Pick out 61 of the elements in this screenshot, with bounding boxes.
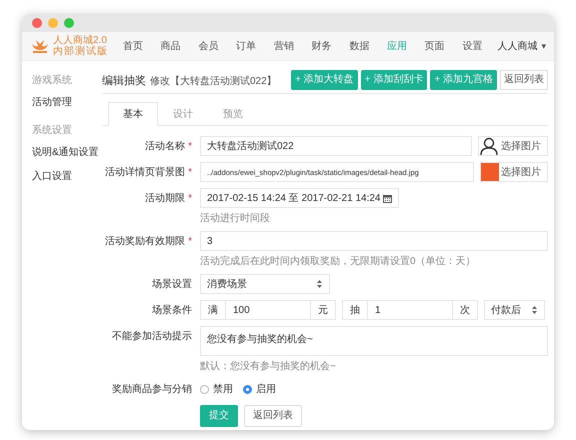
nav-item[interactable]: 订单 [236,39,256,53]
tab[interactable]: 基本 [108,102,158,126]
image-thumbnail [481,163,499,181]
maximize-button[interactable] [64,18,74,28]
text-field[interactable]: 3 [200,231,548,251]
page-title: 编辑抽奖 [102,74,146,88]
user-menu[interactable]: 人人商城 ▾ [497,39,546,53]
user-icon [479,136,499,156]
nav-item[interactable]: 页面 [424,39,445,53]
input-group-field[interactable]: 满 100 元 [200,300,336,320]
select-arrows-icon [531,305,538,315]
field-label: 活动详情页背景图 [105,166,186,179]
minimize-button[interactable] [48,18,58,28]
nav-item[interactable]: 会员 [198,39,218,53]
radio-button[interactable] [243,384,252,394]
required-mark: * [188,166,192,178]
close-button[interactable] [32,18,42,28]
help-text: 活动进行时间段 [200,212,271,225]
field-label: 活动名称 [145,140,186,153]
required-mark: * [188,140,192,152]
input-group-field[interactable]: 抽 1 次 [342,300,478,320]
help-text: 默认：您没有参与抽奖的机会~ [200,360,337,373]
brand-name: 人人商城2.0 [53,35,108,46]
choose-image-label: 选择图片 [501,166,541,179]
back-button[interactable]: 返回列表 [244,405,302,427]
field-label: 不能参加活动提示 [112,330,192,343]
field-label: 奖励商品参与分销 [112,382,192,396]
nav-item[interactable]: 财务 [312,39,332,53]
select-arrows-icon [316,279,323,289]
required-mark: * [188,192,192,204]
option-label[interactable]: 启用 [256,382,276,396]
nav-item[interactable]: 首页 [122,39,143,53]
sidebar-heading: 游戏系统 [32,74,73,87]
calendar-icon [383,194,392,202]
field-label: 场景设置 [152,278,192,291]
nav-item[interactable]: 数据 [349,39,370,53]
image-picker[interactable]: 选择图片 [478,136,548,156]
radio-button[interactable] [200,384,209,394]
brand-subtitle: 内部测试版 [53,46,108,57]
back-button[interactable]: 返回列表 [500,70,548,90]
sidebar-heading: 系统设置 [32,124,73,137]
required-mark: * [188,236,192,246]
option-label[interactable]: 禁用 [213,382,233,396]
field-label: 活动奖励有效期限 [105,234,186,248]
sidebar-item[interactable]: 活动管理 [32,95,102,109]
nav-item[interactable]: 设置 [462,39,482,53]
choose-image-label: 选择图片 [501,140,541,153]
image-picker[interactable]: 选择图片 [480,162,548,182]
sidebar-item[interactable]: 入口设置 [32,169,102,183]
field-label: 场景条件 [152,304,192,317]
page-subtitle: 修改【大转盘活动测试022】 [150,74,277,88]
field-label: 活动期限 [145,192,186,205]
select-field[interactable]: 付款后 [484,300,545,320]
help-text: 活动完成后在此时间内领取奖励，无限期请设置0（单位：天） [200,254,477,268]
textarea-field[interactable]: 您没有参与抽奖的机会~ [200,326,548,356]
sidebar-item[interactable]: 说明&通知设置 [32,145,102,159]
nav-item[interactable]: 商品 [160,39,181,53]
select-field[interactable]: 消费场景 [200,274,330,294]
date-field[interactable]: 2017-02-15 14:24 至 2017-02-21 14:24 [200,188,400,208]
text-field[interactable]: 大转盘活动测试022 [200,136,472,156]
nav-item[interactable]: 营销 [274,39,294,53]
